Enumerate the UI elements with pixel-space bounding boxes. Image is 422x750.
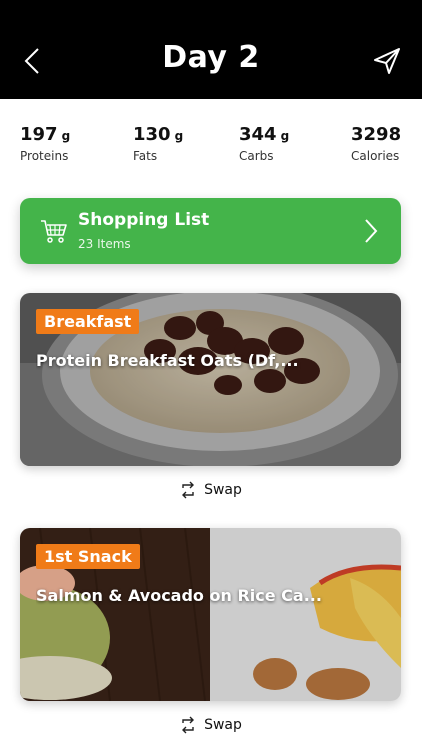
cart-icon <box>41 220 67 243</box>
shopping-list-title: Shopping List <box>78 210 210 230</box>
macro-label: Calories <box>351 149 400 163</box>
page-title: Day 2 <box>162 40 260 75</box>
macros-summary: 197 g Proteins 130 g Fats 344 g Carbs 3298 … <box>0 124 422 172</box>
app-header: Day 2 <box>0 0 422 99</box>
shopping-list-count: 23 Items <box>78 237 131 251</box>
shopping-list-button[interactable]: Shopping List 23 Items <box>20 198 401 264</box>
meal-title: Protein Breakfast Oats (Df,... <box>36 351 299 370</box>
macro-calories: 3298 Calories <box>351 124 401 163</box>
swap-button-snack[interactable]: Swap <box>0 716 422 740</box>
macro-value: 130 <box>133 124 171 145</box>
swap-label: Swap <box>204 482 242 498</box>
chevron-right-icon <box>365 219 378 243</box>
meal-tag: 1st Snack <box>36 544 140 569</box>
swap-button-breakfast[interactable]: Swap <box>0 481 422 505</box>
macro-unit: g <box>61 129 71 143</box>
macro-unit: g <box>280 129 290 143</box>
meal-title: Salmon & Avocado on Rice Ca... <box>36 586 322 605</box>
macro-label: Carbs <box>239 149 274 163</box>
macro-value: 197 <box>20 124 58 145</box>
macro-proteins: 197 g Proteins <box>20 124 70 163</box>
macro-fats: 130 g Fats <box>133 124 183 163</box>
meal-tag: Breakfast <box>36 309 140 334</box>
swap-label: Swap <box>204 717 242 733</box>
swap-icon <box>182 716 195 734</box>
macro-value: 3298 <box>351 124 402 145</box>
macro-label: Fats <box>133 149 158 163</box>
macro-unit: g <box>174 129 184 143</box>
paper-plane-icon[interactable] <box>372 46 402 76</box>
swap-icon <box>182 481 195 499</box>
macro-carbs: 344 g Carbs <box>239 124 289 163</box>
meal-card-breakfast[interactable]: Breakfast Protein Breakfast Oats (Df,... <box>20 293 401 466</box>
macro-label: Proteins <box>20 149 69 163</box>
meal-card-snack[interactable]: 1st Snack Salmon & Avocado on Rice Ca... <box>20 528 401 701</box>
macro-value: 344 <box>239 124 277 145</box>
